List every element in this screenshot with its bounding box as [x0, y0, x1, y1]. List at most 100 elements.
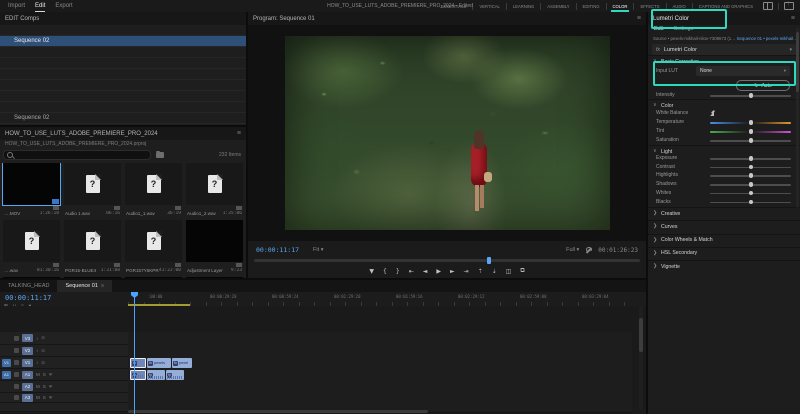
- list-item[interactable]: [0, 91, 246, 102]
- bin-list-tab[interactable]: EDIT Comps: [0, 12, 246, 25]
- sync-lock-icon[interactable]: ↕: [36, 348, 38, 353]
- highlights-knob[interactable]: [749, 173, 754, 178]
- mode-tab-import[interactable]: Import: [8, 3, 25, 9]
- monitor-scrub-bar[interactable]: [254, 259, 640, 262]
- track-header-a1[interactable]: A1A1MSΨ: [0, 369, 128, 381]
- lumetri-subtab-settings[interactable]: Settings: [673, 26, 693, 32]
- list-item[interactable]: [0, 58, 246, 69]
- track-visibility-eye-icon[interactable]: ⊙: [41, 348, 45, 354]
- media-item-audio-1-wav[interactable]: ?Audio 1.wav06:16: [63, 163, 122, 218]
- video-clip[interactable]: fx: [130, 358, 146, 368]
- project-panel-tab[interactable]: HOW_TO_USE_LUTS_ADOBE_PREMIERE_PRO_2024 …: [0, 127, 246, 140]
- track-visibility-eye-icon[interactable]: ⊙: [41, 335, 45, 341]
- temperature-knob[interactable]: [749, 120, 754, 125]
- track-header-a2[interactable]: A2MSΨ: [0, 381, 128, 393]
- tint-knob[interactable]: [749, 129, 754, 134]
- voiceover-mic-icon[interactable]: Ψ: [49, 372, 53, 377]
- source-patch-v3[interactable]: [2, 334, 11, 342]
- mute-button[interactable]: M: [36, 372, 40, 377]
- list-item[interactable]: [0, 80, 246, 91]
- lumetri-panel-tab[interactable]: Lumetri Color ≡: [648, 12, 800, 25]
- lift-icon[interactable]: ⇡: [478, 268, 483, 275]
- lock-icon[interactable]: [14, 348, 19, 353]
- track-visibility-eye-icon[interactable]: ⊙: [41, 360, 45, 366]
- input-lut-dropdown[interactable]: None ▾: [696, 66, 790, 76]
- audio-clip[interactable]: fx: [147, 370, 165, 380]
- section-curves[interactable]: ❯Curves: [648, 220, 800, 232]
- workspace-tab-captions-and-graphics[interactable]: CAPTIONS AND GRAPHICS: [699, 4, 753, 9]
- auto-button[interactable]: ↻ Auto: [736, 80, 790, 91]
- settings-wrench-icon[interactable]: [585, 247, 592, 254]
- solo-button[interactable]: S: [43, 384, 46, 389]
- eyedropper-icon[interactable]: [710, 110, 716, 116]
- list-item[interactable]: [0, 47, 246, 58]
- exposure-knob[interactable]: [749, 156, 754, 161]
- lock-icon[interactable]: [14, 372, 19, 377]
- section-creative[interactable]: ❯Creative: [648, 207, 800, 219]
- section-hsl-secondary[interactable]: ❯HSL Secondary: [648, 247, 800, 259]
- mode-tab-edit[interactable]: Edit: [35, 3, 45, 9]
- media-item-audio1_1-wav[interactable]: ?Audio1_1.wav36:19: [124, 163, 183, 218]
- lock-icon[interactable]: [14, 360, 19, 365]
- play-icon[interactable]: ▶: [436, 268, 441, 275]
- step-forward-icon[interactable]: ►: [450, 268, 455, 275]
- timeline-ruler[interactable]: :00:0000:00:29:2800:00:59:2400:01:29:200…: [128, 292, 632, 307]
- audio-clip[interactable]: fx: [130, 370, 146, 380]
- workspace-tab-vertical[interactable]: VERTICAL: [479, 4, 499, 9]
- voiceover-mic-icon[interactable]: Ψ: [49, 384, 53, 389]
- comparison-view-icon[interactable]: ⧉: [520, 267, 524, 275]
- program-monitor-tab[interactable]: Program: Sequence 01 ≡: [248, 12, 646, 25]
- timeline-vertical-scrollbar[interactable]: [639, 306, 643, 410]
- voiceover-mic-icon[interactable]: Ψ: [49, 395, 53, 400]
- track-target-v3[interactable]: V3: [22, 334, 33, 342]
- video-clip-pexel[interactable]: fxpexel: [172, 358, 192, 368]
- workspace-tab-audio[interactable]: AUDIO: [673, 4, 686, 9]
- sync-lock-icon[interactable]: ↕: [36, 360, 38, 365]
- extract-icon[interactable]: ⇣: [492, 268, 497, 275]
- source-patch-v1[interactable]: V1: [2, 359, 11, 367]
- sync-lock-icon[interactable]: ↕: [36, 336, 38, 341]
- quick-export-icon[interactable]: [784, 2, 794, 10]
- list-item[interactable]: [0, 25, 246, 36]
- track-lane-v3[interactable]: [128, 332, 632, 346]
- add-marker-icon[interactable]: ▼: [369, 268, 374, 275]
- media-item-pgr15-blue4[interactable]: ?PGR15-BLUE41:31:08: [63, 220, 122, 275]
- workspace-tab-learning[interactable]: LEARNING: [513, 4, 534, 9]
- search-input[interactable]: [3, 150, 151, 160]
- intensity-knob[interactable]: [749, 93, 754, 98]
- track-target-v1[interactable]: V1: [22, 359, 33, 367]
- contrast-knob[interactable]: [749, 165, 754, 170]
- lock-icon[interactable]: [14, 336, 19, 341]
- mute-button[interactable]: M: [36, 384, 40, 389]
- media-item-audio1_2-wav[interactable]: ?Audio1_2.wav1:35:06: [185, 163, 244, 218]
- lumetri-effect-selector[interactable]: fx Lumetri Color ▾: [652, 44, 796, 55]
- track-target-a1[interactable]: A1: [22, 371, 33, 379]
- export-frame-icon[interactable]: ◫: [506, 268, 512, 275]
- workspace-tab-color[interactable]: COLOR: [613, 4, 628, 9]
- sequence-tab-sequence-01[interactable]: Sequence 01≡: [57, 280, 112, 292]
- track-header-a3[interactable]: A3MSΨ: [0, 393, 128, 403]
- source-patch-v2[interactable]: [2, 347, 11, 355]
- lumetri-scrollbar[interactable]: [796, 28, 799, 208]
- list-item[interactable]: [0, 102, 246, 113]
- list-item-sequence-02[interactable]: Sequence 02: [0, 113, 246, 124]
- audio-clip[interactable]: fx: [166, 370, 184, 380]
- track-target-v2[interactable]: V2: [22, 347, 33, 355]
- mode-tab-export[interactable]: Export: [55, 3, 72, 9]
- panel-menu-icon[interactable]: ≡: [637, 15, 641, 22]
- workspace-tab-editing[interactable]: EDITING: [583, 4, 600, 9]
- track-header-v1[interactable]: V1V1↕⊙: [0, 357, 128, 369]
- solo-button[interactable]: S: [43, 395, 46, 400]
- go-to-in-icon[interactable]: ⇤: [409, 268, 414, 275]
- timeline-horizontal-scrollbar[interactable]: [128, 410, 428, 413]
- panel-menu-icon[interactable]: ≡: [237, 130, 241, 137]
- list-item-sequence-02[interactable]: Sequence 02: [0, 36, 246, 47]
- panel-divider[interactable]: [246, 12, 248, 280]
- section-color-wheels-match[interactable]: ❯Color Wheels & Match: [648, 234, 800, 246]
- saturation-knob[interactable]: [749, 138, 754, 143]
- track-target-a2[interactable]: A2: [22, 383, 33, 391]
- media-item--mov[interactable]: ….MOV1:26:18: [2, 163, 61, 218]
- source-patch-a3[interactable]: [2, 394, 11, 402]
- track-header-v3[interactable]: V3↕⊙: [0, 332, 128, 345]
- lumetri-subtab-edit[interactable]: Edit: [654, 26, 663, 32]
